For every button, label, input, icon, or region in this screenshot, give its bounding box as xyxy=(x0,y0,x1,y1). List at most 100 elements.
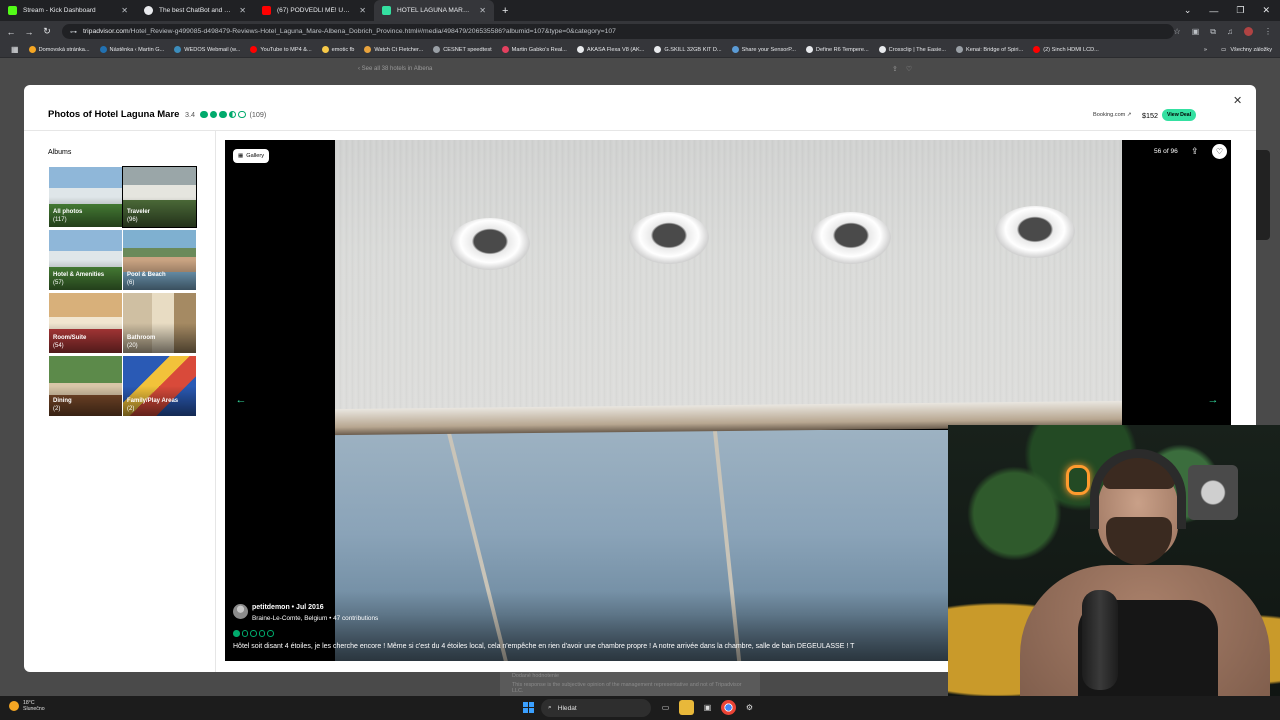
close-tab-icon[interactable]: ✕ xyxy=(121,6,128,15)
new-tab-button[interactable]: + xyxy=(494,5,516,17)
contributor-name[interactable]: petitdemon • Jul 2016 xyxy=(252,604,324,611)
all-bookmarks-label: Všechny záložky xyxy=(1230,47,1272,53)
view-deal-button[interactable]: View Deal xyxy=(1162,109,1197,121)
extension-icon[interactable]: ▣ xyxy=(1192,27,1200,36)
browser-toolbar: ← → ↻ ⊶ tripadvisor.com /Hotel_Review-g4… xyxy=(0,21,1280,42)
search-icon: ⌕ xyxy=(548,704,552,711)
media-icon[interactable]: ♫ xyxy=(1227,27,1233,36)
weather-widget[interactable]: 18°C Slunečno xyxy=(9,700,45,712)
gallery-label: Gallery xyxy=(246,153,265,159)
album-room-suite[interactable]: Room/Suite (54) xyxy=(49,293,122,353)
photo-vent-hole xyxy=(629,212,709,264)
rating-bubble-icon xyxy=(219,110,227,119)
close-modal-button[interactable]: ✕ xyxy=(1233,94,1242,107)
album-count: (57) xyxy=(53,280,64,286)
bookmarks-bar: ▦ Domovská stránka... Nástěnka ‹ Martin … xyxy=(0,42,1280,58)
neon-sign xyxy=(1066,465,1090,495)
bookmark-favicon-icon xyxy=(805,46,813,53)
bookmark-item[interactable]: G.SKILL 32GB KIT D... xyxy=(649,46,726,53)
album-label: Family/Play Areas xyxy=(127,398,179,404)
heart-icon[interactable]: ♡ xyxy=(906,66,920,73)
extensions-puzzle-icon[interactable]: ⧉ xyxy=(1210,27,1216,37)
tab-kick-dashboard[interactable]: Stream - Kick Dashboard ✕ xyxy=(0,0,136,21)
apps-grid-icon[interactable]: ▦ xyxy=(6,45,24,54)
tab-youtube[interactable]: (67) PODVEDLI MĚ! UBYTOVALI ✕ xyxy=(254,0,374,21)
tab-strip: Stream - Kick Dashboard ✕ The best ChatB… xyxy=(0,0,1280,21)
bookmark-item[interactable]: Domovská stránka... xyxy=(24,46,95,53)
tab-title: HOTEL LAGUNA MARE - Price xyxy=(397,7,473,14)
album-all-photos[interactable]: All photos (117) xyxy=(49,167,122,227)
provider-link[interactable]: Booking.com ↗ xyxy=(1093,112,1132,118)
save-heart-button[interactable]: ♡ xyxy=(1212,144,1227,159)
reload-button[interactable]: ↻ xyxy=(38,26,56,37)
taskbar-search[interactable]: ⌕ Hledat xyxy=(541,699,651,717)
bookmark-item[interactable]: Crossclip | The Easie... xyxy=(874,46,951,53)
album-bathroom[interactable]: Bathroom (20) xyxy=(123,293,196,353)
album-count: (96) xyxy=(127,217,138,223)
start-button[interactable] xyxy=(523,702,534,713)
bookmark-favicon-icon xyxy=(731,46,739,53)
address-bar[interactable]: ⊶ tripadvisor.com /Hotel_Review-g499085-… xyxy=(62,24,1174,39)
share-icon[interactable]: ⇪ xyxy=(892,66,906,73)
bookmark-item[interactable]: Martin Gabko's Real... xyxy=(497,46,572,53)
profile-avatar[interactable] xyxy=(1244,27,1253,36)
close-window-button[interactable]: ✕ xyxy=(1262,5,1270,16)
rating-bubble-empty-icon xyxy=(241,630,248,637)
bookmark-item[interactable]: Watch Ct Fletcher... xyxy=(359,46,428,53)
minimize-button[interactable]: — xyxy=(1209,6,1218,16)
album-pool-beach[interactable]: Pool & Beach (6) xyxy=(123,230,196,290)
next-photo-button[interactable]: → xyxy=(1205,392,1221,408)
all-bookmarks[interactable]: » ▭ Všechny záložky xyxy=(1204,42,1272,58)
photo-counter: 56 of 96 xyxy=(1154,148,1178,155)
bookmark-favicon-icon xyxy=(576,46,584,53)
bookmark-item[interactable]: WEDOS Webmail (w... xyxy=(169,46,245,53)
album-hotel-amenities[interactable]: Hotel & Amenities (57) xyxy=(49,230,122,290)
album-count: (20) xyxy=(127,343,138,349)
bookmark-favicon-icon xyxy=(955,46,963,53)
bookmark-item[interactable]: CESNET speedtest xyxy=(428,46,496,53)
bookmark-item[interactable]: Share your SensorP... xyxy=(727,46,801,53)
bookmark-item[interactable]: Nástěnka ‹ Martin G... xyxy=(95,46,170,53)
bookmark-item[interactable]: (2) Sinch HDMI LCD... xyxy=(1028,46,1104,53)
chrome-icon[interactable] xyxy=(721,700,736,715)
rating-bubble-icon xyxy=(209,110,217,119)
bookmark-star-icon[interactable]: ☆ xyxy=(1174,27,1181,36)
close-tab-icon[interactable]: ✕ xyxy=(239,6,246,15)
bookmark-favicon-icon xyxy=(1033,46,1041,53)
back-button[interactable]: ← xyxy=(2,27,20,37)
restore-button[interactable]: ❐ xyxy=(1236,5,1244,16)
tab-tripadvisor[interactable]: HOTEL LAGUNA MARE - Price ✕ xyxy=(374,0,494,21)
tab-search-icon[interactable]: ⌄ xyxy=(1184,5,1192,16)
address-host: tripadvisor.com xyxy=(83,28,129,35)
rating-summary[interactable]: 3.4 (109) xyxy=(185,110,266,119)
album-traveler[interactable]: Traveler (96) xyxy=(122,166,197,228)
bookmark-item[interactable]: Define R6 Tempere... xyxy=(801,46,874,53)
chevron-more-icon[interactable]: » xyxy=(1204,47,1207,53)
store-icon[interactable]: ▣ xyxy=(700,700,715,715)
response-text: This response is the subjective opinion … xyxy=(512,682,742,694)
gallery-button[interactable]: ▦ Gallery xyxy=(233,149,270,163)
bookmark-label: G.SKILL 32GB KIT D... xyxy=(664,46,722,53)
site-info-icon[interactable]: ⊶ xyxy=(70,28,77,36)
forward-button[interactable]: → xyxy=(20,27,38,37)
close-tab-icon[interactable]: ✕ xyxy=(479,6,486,15)
arrow-left-icon: ← xyxy=(235,394,247,406)
see-all-hotels-link[interactable]: ‹ See all 38 hotels in Albena xyxy=(358,66,432,72)
previous-photo-button[interactable]: ← xyxy=(233,392,249,408)
menu-kebab-icon[interactable]: ⋮ xyxy=(1264,27,1272,36)
close-tab-icon[interactable]: ✕ xyxy=(359,6,366,15)
file-explorer-icon[interactable] xyxy=(679,700,694,715)
share-icon[interactable]: ⇪ xyxy=(1191,146,1199,157)
settings-gear-icon[interactable]: ⚙ xyxy=(742,700,757,715)
contributor-avatar[interactable] xyxy=(233,604,248,619)
album-family-play[interactable]: Family/Play Areas (2) xyxy=(123,356,196,416)
bookmark-item[interactable]: emotic fb xyxy=(317,46,360,53)
album-count: (6) xyxy=(127,280,135,286)
tab-chatbot[interactable]: The best ChatBot and Widgets ✕ xyxy=(136,0,254,21)
album-dining[interactable]: Dining (2) xyxy=(49,356,122,416)
bookmark-item[interactable]: YouTube to MP4 &... xyxy=(245,46,316,53)
task-view-icon[interactable]: ▭ xyxy=(658,700,673,715)
album-label: Hotel & Amenities xyxy=(53,272,105,278)
bookmark-item[interactable]: AKASA Flexa V8 (AK... xyxy=(572,46,650,53)
bookmark-item[interactable]: Kenai: Bridge of Spiri... xyxy=(951,46,1028,53)
